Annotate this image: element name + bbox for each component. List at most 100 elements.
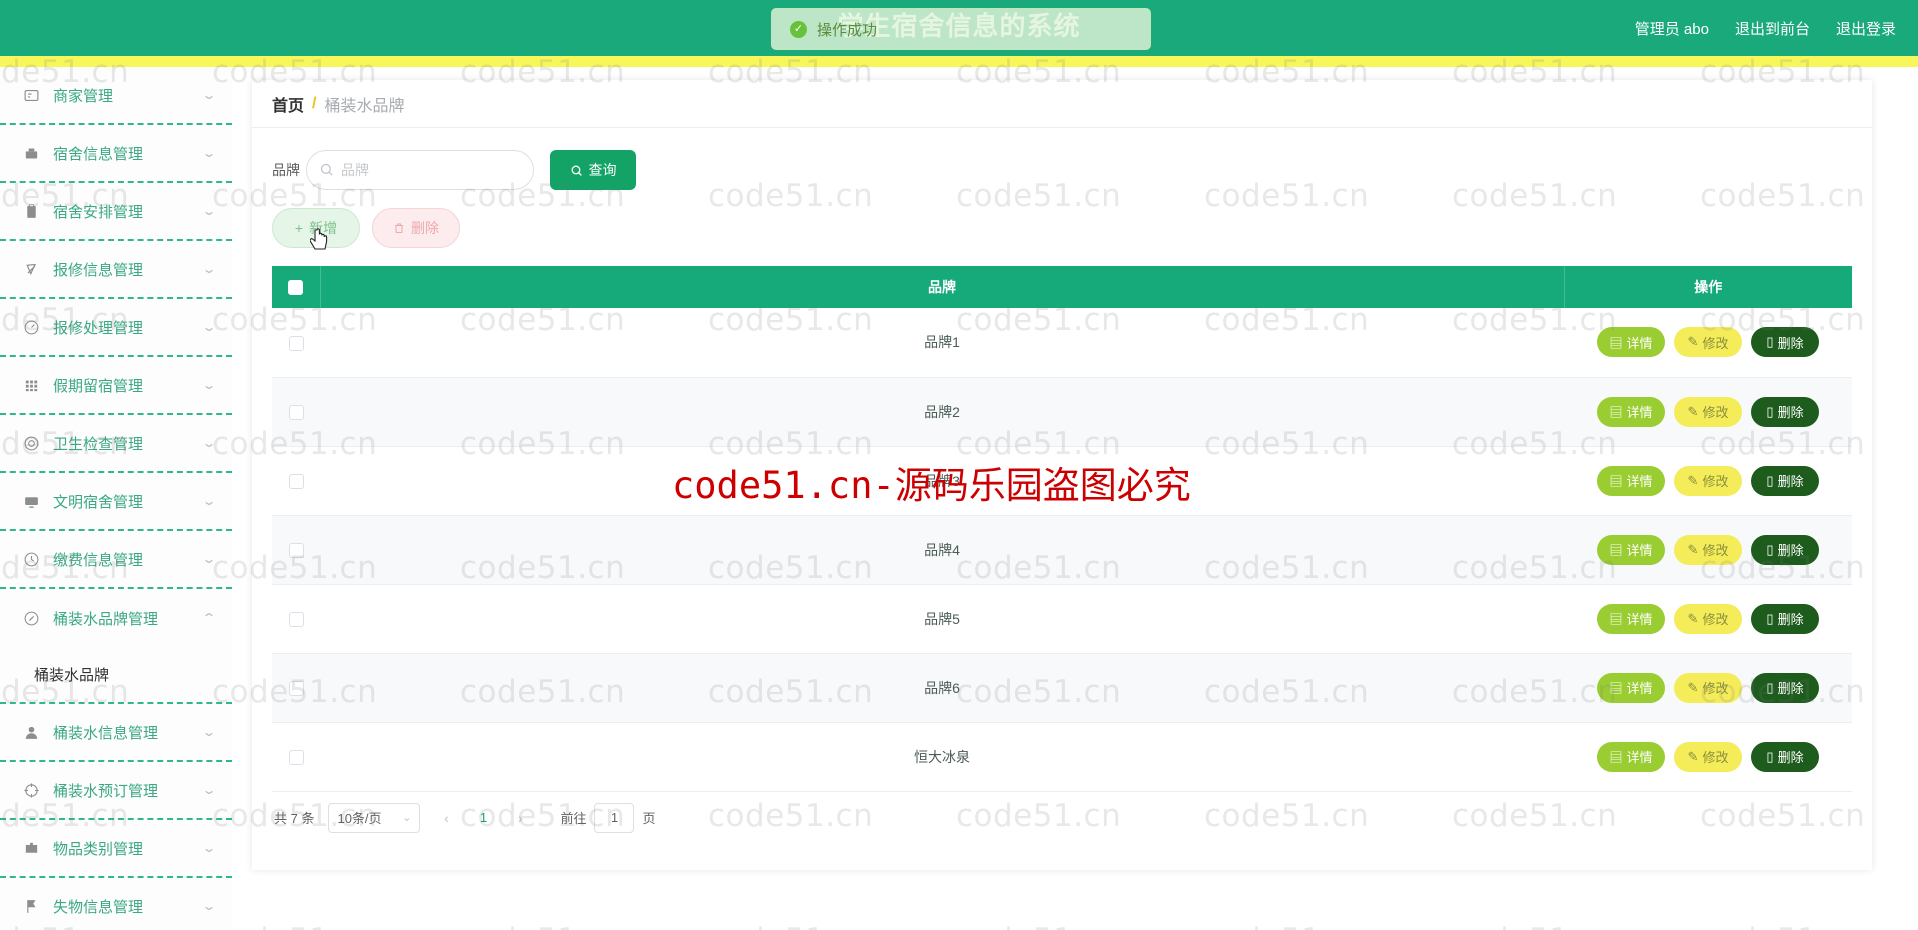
row-select-cell [272, 584, 320, 654]
edit-button[interactable]: ✎ 修改 [1674, 534, 1742, 565]
sidebar-item-item-category[interactable]: 物品类别管理 ⌄ [0, 820, 232, 878]
row-operations: ▤ 详情 ✎ 修改 ▯ 删除 [1565, 396, 1851, 427]
detail-button-label: 详情 [1626, 474, 1653, 489]
pagination-page-1[interactable]: 1 [472, 810, 494, 825]
trash-icon [393, 222, 405, 234]
detail-button[interactable]: ▤ 详情 [1597, 672, 1665, 703]
sidebar-item-label: 缴费信息管理 [53, 551, 144, 569]
pagination-next-button[interactable]: › [508, 810, 532, 826]
chevron-down-icon: ⌄ [201, 725, 217, 739]
pagination-total: 共 7 条 [274, 811, 315, 826]
sidebar-item-payment-info[interactable]: 缴费信息管理 ⌄ [0, 531, 232, 589]
sidebar-item-repair-info[interactable]: 报修信息管理 ⌄ [0, 241, 232, 299]
table-header-row: 品牌 操作 [272, 266, 1852, 308]
page-size-value: 10条/页 [337, 811, 382, 826]
table-head: 品牌 操作 [272, 266, 1852, 308]
cell-brand: 品牌1 [320, 308, 1564, 378]
detail-button-label: 详情 [1626, 612, 1653, 627]
sidebar-item-repair-process[interactable]: 报修处理管理 ⌄ [0, 299, 232, 357]
sidebar-item-label: 桶装水信息管理 [53, 724, 159, 742]
building-icon [22, 144, 41, 163]
chevron-down-icon: ⌄ [201, 899, 217, 913]
jump-page-input[interactable] [594, 802, 635, 833]
row-delete-button[interactable]: ▯ 删除 [1751, 672, 1819, 703]
chevron-down-icon: ⌄ [201, 146, 217, 160]
cell-brand: 品牌5 [320, 584, 1564, 654]
sidebar-item-water-brand-mgmt[interactable]: 桶装水品牌管理 ⌃ [0, 589, 232, 647]
breadcrumb-home[interactable]: 首页 [272, 92, 304, 116]
row-checkbox[interactable] [288, 404, 304, 420]
sidebar-item-lost-found[interactable]: 失物信息管理 ⌄ [0, 878, 232, 930]
detail-button[interactable]: ▤ 详情 [1597, 603, 1665, 634]
row-checkbox[interactable] [288, 749, 304, 765]
sidebar-item-merchant[interactable]: 商家管理 ⌄ [0, 67, 232, 125]
doc-icon: ▤ [1609, 681, 1623, 696]
sidebar-item-label: 报修处理管理 [53, 319, 144, 337]
add-button[interactable]: + 新增 [272, 208, 360, 248]
sidebar-item-water-order[interactable]: 桶装水预订管理 ⌄ [0, 762, 232, 820]
row-delete-button[interactable]: ▯ 删除 [1751, 741, 1819, 772]
row-checkbox[interactable] [288, 542, 304, 558]
row-checkbox[interactable] [288, 611, 304, 627]
card-icon [22, 86, 41, 105]
row-delete-button[interactable]: ▯ 删除 [1751, 396, 1819, 427]
logout-link[interactable]: 退出登录 [1836, 18, 1896, 39]
detail-button[interactable]: ▤ 详情 [1597, 327, 1665, 358]
sidebar-item-label: 失物信息管理 [53, 898, 144, 916]
row-delete-button[interactable]: ▯ 删除 [1751, 327, 1819, 358]
edit-button[interactable]: ✎ 修改 [1674, 465, 1742, 496]
clock-icon [22, 550, 41, 569]
detail-button-label: 详情 [1626, 681, 1653, 696]
cell-operations: ▤ 详情 ✎ 修改 ▯ 删除 [1564, 308, 1852, 378]
detail-button-label: 详情 [1626, 750, 1653, 765]
row-delete-button[interactable]: ▯ 删除 [1751, 465, 1819, 496]
pagination-bar: 共 7 条 10条/页 ⌄ ‹ 1 › 前往 页 [252, 792, 1872, 844]
data-table-wrapper: 品牌 操作 品牌1 ▤ 详情 ✎ 修改 ▯ 删除 品牌2 ▤ 详情 ✎ 修改 ▯… [272, 266, 1852, 792]
detail-button[interactable]: ▤ 详情 [1597, 465, 1665, 496]
exit-to-frontend-link[interactable]: 退出到前台 [1735, 18, 1810, 39]
detail-button[interactable]: ▤ 详情 [1597, 396, 1665, 427]
row-operations: ▤ 详情 ✎ 修改 ▯ 删除 [1565, 465, 1851, 496]
detail-button[interactable]: ▤ 详情 [1597, 741, 1665, 772]
row-checkbox[interactable] [288, 335, 304, 351]
sidebar-item-holiday-stay[interactable]: 假期留宿管理 ⌄ [0, 357, 232, 415]
edit-button[interactable]: ✎ 修改 [1674, 741, 1742, 772]
edit-button-label: 修改 [1702, 474, 1729, 489]
cell-brand: 品牌2 [320, 377, 1564, 447]
row-delete-button[interactable]: ▯ 删除 [1751, 534, 1819, 565]
sidebar-item-civilized-dorm[interactable]: 文明宿舍管理 ⌄ [0, 473, 232, 531]
sidebar-item-water-info[interactable]: 桶装水信息管理 ⌄ [0, 704, 232, 762]
admin-name: 管理员 abo [1634, 20, 1709, 38]
edit-button[interactable]: ✎ 修改 [1674, 327, 1742, 358]
clipboard-icon [22, 202, 41, 221]
sidebar-item-label: 卫生检查管理 [53, 435, 144, 453]
sidebar-item-label: 商家管理 [53, 87, 114, 105]
sidebar-item-dorm-info[interactable]: 宿舍信息管理 ⌄ [0, 125, 232, 183]
sidebar-item-dorm-arrange[interactable]: 宿舍安排管理 ⌄ [0, 183, 232, 241]
search-input[interactable] [306, 150, 534, 190]
user-icon [22, 723, 41, 742]
chevron-down-icon: ⌄ [201, 494, 217, 508]
row-delete-button-label: 删除 [1777, 335, 1804, 351]
row-delete-button[interactable]: ▯ 删除 [1751, 603, 1819, 634]
crosshair-icon [22, 781, 41, 800]
query-button[interactable]: 查询 [550, 150, 636, 190]
grid-icon [22, 376, 41, 395]
row-select-cell [272, 446, 320, 516]
row-checkbox[interactable] [288, 680, 304, 696]
delete-button[interactable]: 删除 [372, 208, 460, 248]
page-size-select[interactable]: 10条/页 ⌄ [328, 802, 421, 833]
select-all-checkbox[interactable] [288, 280, 304, 296]
row-operations: ▤ 详情 ✎ 修改 ▯ 删除 [1565, 603, 1851, 634]
sidebar-item-hygiene-check[interactable]: 卫生检查管理 ⌄ [0, 415, 232, 473]
detail-button[interactable]: ▤ 详情 [1597, 534, 1665, 565]
sidebar-subitem-water-brand[interactable]: 桶装水品牌 [0, 647, 232, 704]
pagination-prev-button[interactable]: ‹ [434, 810, 458, 826]
column-header-operation: 操作 [1564, 266, 1852, 308]
pencil-icon: ✎ [1687, 541, 1699, 557]
row-checkbox[interactable] [288, 473, 304, 489]
cell-brand: 品牌4 [320, 515, 1564, 585]
edit-button[interactable]: ✎ 修改 [1674, 603, 1742, 634]
edit-button[interactable]: ✎ 修改 [1674, 672, 1742, 703]
edit-button[interactable]: ✎ 修改 [1674, 396, 1742, 427]
